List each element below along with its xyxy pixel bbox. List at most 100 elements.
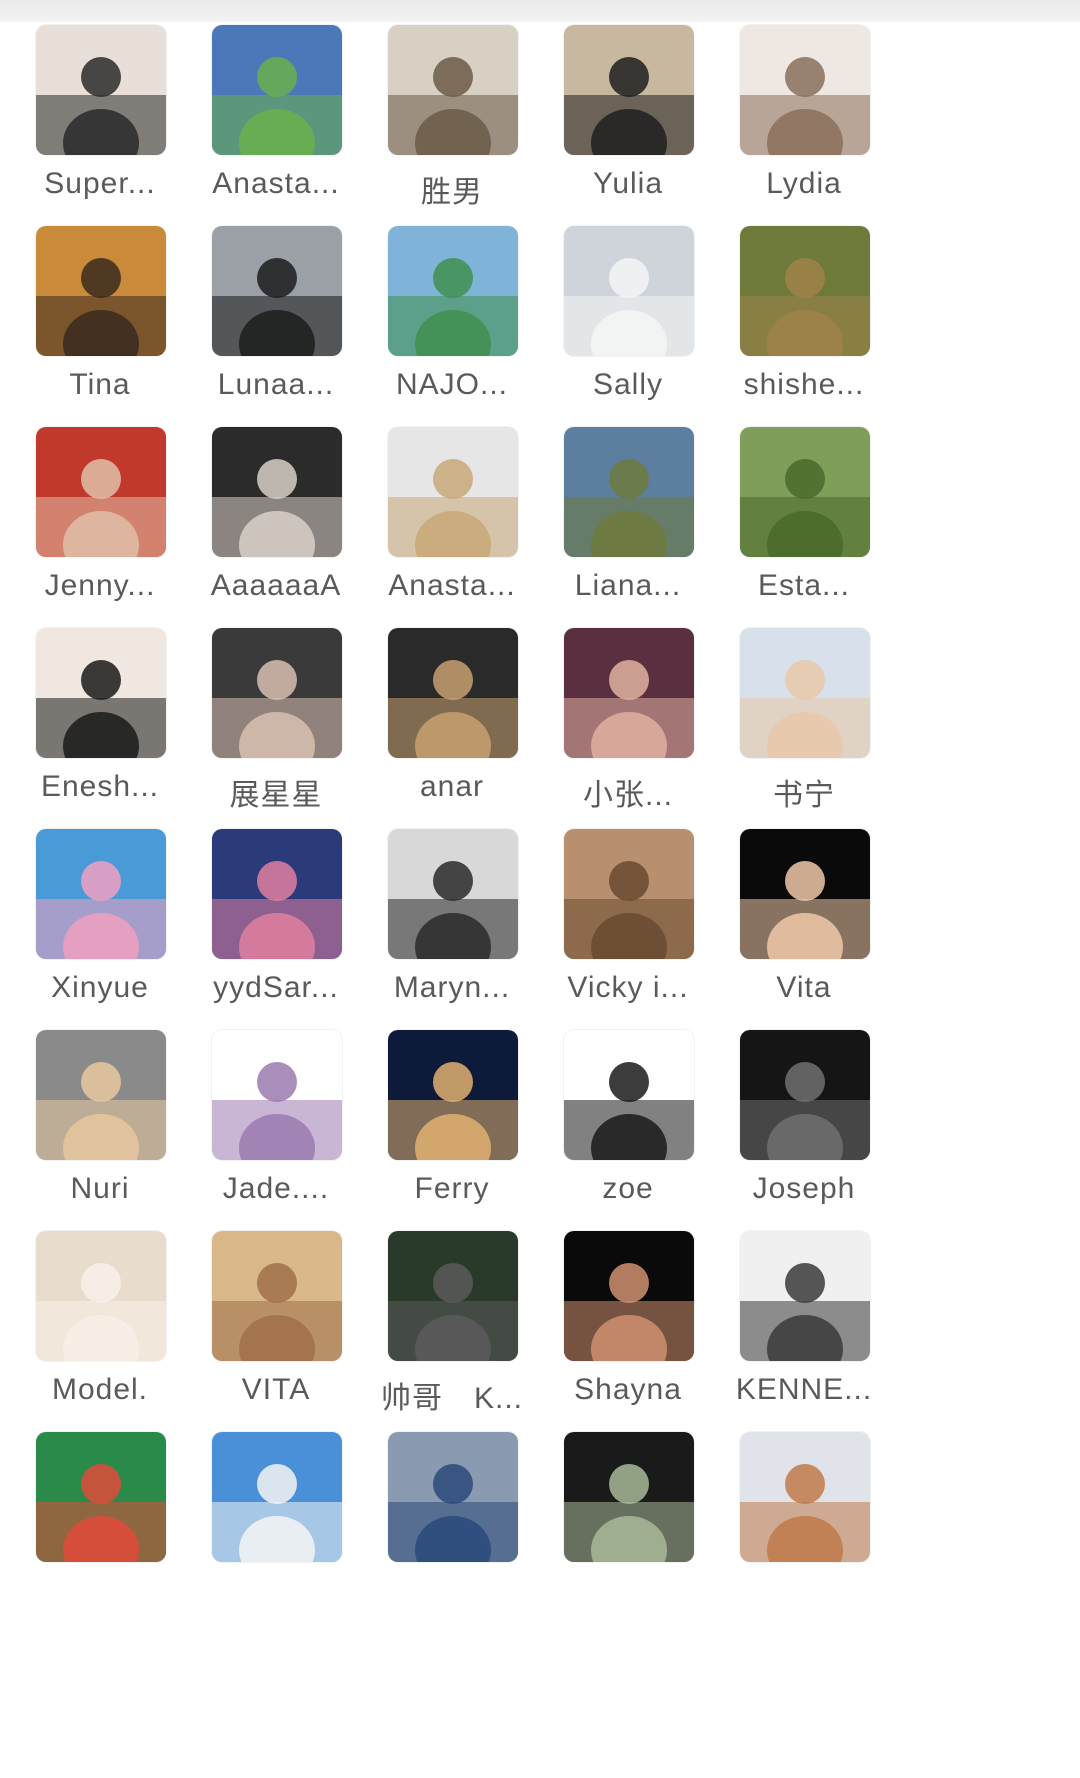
member-avatar[interactable]: [388, 226, 518, 356]
member-tile[interactable]: 小张...: [528, 628, 728, 828]
member-name: Super...: [44, 167, 156, 200]
member-avatar[interactable]: [36, 1030, 166, 1160]
member-name: Vicky i...: [567, 971, 689, 1004]
member-avatar[interactable]: [388, 1030, 518, 1160]
member-tile[interactable]: [176, 1432, 376, 1632]
dog-green-tiles-avatar-icon: [740, 226, 870, 356]
member-avatar[interactable]: [740, 226, 870, 356]
member-tile[interactable]: Liana...: [528, 427, 728, 627]
member-tile[interactable]: Model.: [0, 1231, 200, 1431]
member-avatar[interactable]: [564, 1432, 694, 1562]
member-avatar[interactable]: [212, 1432, 342, 1562]
member-tile[interactable]: Yulia: [528, 25, 728, 225]
member-avatar[interactable]: [564, 25, 694, 155]
member-tile[interactable]: Super...: [0, 25, 200, 225]
member-tile[interactable]: Vicky i...: [528, 829, 728, 1029]
member-avatar[interactable]: [564, 1231, 694, 1361]
member-tile[interactable]: Anasta...: [176, 25, 376, 225]
member-avatar[interactable]: [212, 226, 342, 356]
member-tile[interactable]: Lydia: [704, 25, 904, 225]
member-tile[interactable]: [528, 1432, 728, 1632]
member-avatar[interactable]: [740, 1231, 870, 1361]
member-tile[interactable]: Jade....: [176, 1030, 376, 1230]
member-avatar[interactable]: [564, 226, 694, 356]
blonde-woman-black-top-avatar-icon: [564, 25, 694, 155]
member-avatar[interactable]: [36, 226, 166, 356]
member-avatar[interactable]: [388, 1231, 518, 1361]
member-tile[interactable]: Nuri: [0, 1030, 200, 1230]
member-tile[interactable]: Tina: [0, 226, 200, 426]
member-tile[interactable]: Joseph: [704, 1030, 904, 1230]
member-avatar[interactable]: [36, 25, 166, 155]
woman-city-night-avatar-icon: [564, 628, 694, 758]
member-avatar[interactable]: [564, 628, 694, 758]
member-tile[interactable]: Ferry: [352, 1030, 552, 1230]
member-tile[interactable]: [704, 1432, 904, 1632]
member-name: NAJO...: [395, 368, 508, 401]
woman-hand-on-face-avatar-icon: [564, 1231, 694, 1361]
member-name: 帅哥 K...: [380, 1382, 523, 1415]
member-avatar[interactable]: [388, 628, 518, 758]
member-tile[interactable]: yydSar...: [176, 829, 376, 1029]
woman-green-dress-palms-avatar-icon: [388, 226, 518, 356]
member-avatar[interactable]: [564, 427, 694, 557]
member-avatar[interactable]: [564, 829, 694, 959]
member-tile[interactable]: 书宁: [704, 628, 904, 828]
member-tile[interactable]: NAJO...: [352, 226, 552, 426]
member-tile[interactable]: Enesh...: [0, 628, 200, 828]
member-tile[interactable]: AaaaaaA: [176, 427, 376, 627]
member-avatar[interactable]: [212, 427, 342, 557]
member-tile[interactable]: [352, 1432, 552, 1632]
frog-cat-cartoon-avatar-icon: [212, 25, 342, 155]
member-tile[interactable]: 帅哥 K...: [352, 1231, 552, 1431]
woman-with-microphone-avatar-icon: [740, 25, 870, 155]
member-tile[interactable]: Anasta...: [352, 427, 552, 627]
member-avatar[interactable]: [36, 1231, 166, 1361]
member-tile[interactable]: shishe...: [704, 226, 904, 426]
member-name: Shayna: [574, 1373, 682, 1406]
member-tile[interactable]: VITA: [176, 1231, 376, 1431]
member-avatar[interactable]: [740, 1030, 870, 1160]
member-avatar[interactable]: [740, 829, 870, 959]
member-avatar[interactable]: [388, 829, 518, 959]
member-avatar[interactable]: [740, 1432, 870, 1562]
member-tile[interactable]: KENNE...: [704, 1231, 904, 1431]
member-name: zoe: [602, 1172, 654, 1205]
member-tile[interactable]: zoe: [528, 1030, 728, 1230]
member-avatar[interactable]: [36, 1432, 166, 1562]
member-avatar[interactable]: [388, 25, 518, 155]
member-avatar[interactable]: [740, 628, 870, 758]
member-avatar[interactable]: [388, 1432, 518, 1562]
member-avatar[interactable]: [36, 628, 166, 758]
member-tile[interactable]: Jenny...: [0, 427, 200, 627]
member-avatar[interactable]: [36, 427, 166, 557]
member-avatar[interactable]: [212, 1030, 342, 1160]
member-name: 胜男: [421, 176, 483, 209]
member-tile[interactable]: 展星星: [176, 628, 376, 828]
woman-red-blanket-avatar-icon: [36, 427, 166, 557]
member-avatar[interactable]: [36, 829, 166, 959]
member-avatar[interactable]: [388, 427, 518, 557]
member-tile[interactable]: [0, 1432, 200, 1632]
member-avatar[interactable]: [212, 829, 342, 959]
member-tile[interactable]: Esta...: [704, 427, 904, 627]
member-avatar[interactable]: [740, 427, 870, 557]
member-tile[interactable]: Vita: [704, 829, 904, 1029]
member-avatar[interactable]: [740, 25, 870, 155]
member-name: Joseph: [752, 1172, 856, 1205]
member-avatar[interactable]: [212, 628, 342, 758]
member-tile[interactable]: Maryn...: [352, 829, 552, 1029]
member-avatar[interactable]: [212, 25, 342, 155]
sea-clouds-avatar-icon: [388, 1432, 518, 1562]
member-name: Jade....: [222, 1172, 330, 1205]
member-tile[interactable]: anar: [352, 628, 552, 828]
member-avatar[interactable]: [564, 1030, 694, 1160]
member-tile[interactable]: Sally: [528, 226, 728, 426]
member-tile[interactable]: Shayna: [528, 1231, 728, 1431]
member-tile[interactable]: 胜男: [352, 25, 552, 225]
coast-landscape-avatar-icon: [564, 427, 694, 557]
member-avatar[interactable]: [212, 1231, 342, 1361]
woman-in-car-avatar-icon: [212, 628, 342, 758]
member-tile[interactable]: Xinyue: [0, 829, 200, 1029]
member-tile[interactable]: Lunaa...: [176, 226, 376, 426]
